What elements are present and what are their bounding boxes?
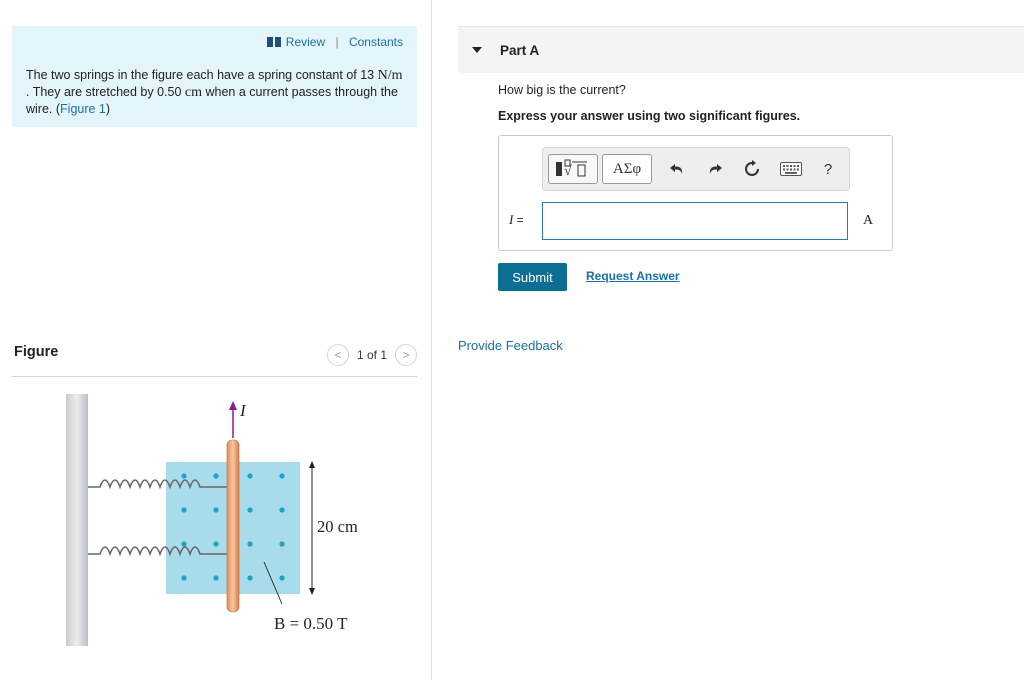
spring-constant-unit: N/m — [377, 68, 403, 83]
prev-figure-button[interactable]: < — [326, 344, 349, 366]
answer-area: √ ΑΣφ ? I = A — [498, 135, 893, 251]
wall — [66, 394, 88, 646]
redo-icon — [709, 164, 722, 174]
review-label: Review — [285, 35, 326, 49]
chevron-left-icon: < — [334, 348, 342, 362]
greek-symbols-button[interactable]: ΑΣφ — [602, 154, 652, 184]
problem-text: The two springs in the figure each have … — [26, 67, 403, 117]
figure-diagram: I 20 cm B = 0.50 T — [66, 394, 358, 646]
figure-title: Figure — [14, 344, 59, 360]
templates-button[interactable]: √ — [548, 154, 598, 184]
dimension-arrow-bottom — [309, 588, 315, 595]
submit-button[interactable]: Submit — [498, 263, 567, 291]
panel-divider — [431, 0, 432, 680]
part-a-header[interactable]: Part A — [458, 26, 1024, 73]
current-arrow-head — [229, 401, 237, 410]
variable-label: I = — [509, 212, 524, 228]
chevron-right-icon: > — [402, 348, 410, 362]
math-toolbar: √ ΑΣφ ? — [542, 147, 850, 191]
current-label: I — [239, 401, 247, 420]
question-text: How big is the current? — [498, 83, 626, 97]
problem-text-part: . They are stretched by 0.50 — [26, 85, 185, 99]
pager-label: 1 of 1 — [356, 348, 387, 362]
undo-icon — [670, 164, 683, 174]
reset-icon — [745, 160, 759, 176]
problem-text-part: The two springs in the figure each have … — [26, 68, 378, 82]
equals-sign: = — [513, 213, 524, 227]
problem-statement: Review | Constants The two springs in th… — [12, 26, 417, 127]
caret-down-icon — [472, 47, 482, 53]
link-separator: | — [335, 35, 339, 49]
book-icon — [266, 37, 281, 47]
request-answer-link[interactable]: Request Answer — [586, 269, 680, 283]
keyboard-button[interactable] — [776, 154, 806, 184]
stretch-unit: cm — [184, 85, 202, 100]
constants-link[interactable]: Constants — [349, 35, 403, 49]
figure-pager: < 1 of 1 > — [326, 344, 417, 366]
review-link[interactable]: Review — [266, 35, 329, 49]
part-title: Part A — [500, 43, 540, 58]
help-button[interactable]: ? — [815, 154, 841, 184]
provide-feedback-link[interactable]: Provide Feedback — [458, 338, 563, 353]
figure-link[interactable]: Figure 1 — [60, 102, 106, 116]
templates-icon: √ — [556, 159, 587, 179]
figure-header: Figure < 1 of 1 > — [12, 338, 417, 377]
unit-label: A — [863, 213, 874, 228]
keyboard-icon — [780, 162, 802, 176]
height-label: 20 cm — [317, 517, 358, 536]
wire — [226, 439, 240, 613]
field-label: B = 0.50 T — [274, 614, 348, 633]
redo-button[interactable] — [702, 154, 728, 184]
answer-input[interactable] — [542, 202, 848, 240]
dimension-arrow-top — [309, 461, 315, 468]
reset-button[interactable] — [739, 154, 765, 184]
resource-links: Review | Constants — [26, 34, 403, 54]
problem-text-part: ) — [105, 102, 111, 116]
undo-button[interactable] — [664, 154, 690, 184]
instruction-text: Express your answer using two significan… — [498, 109, 801, 123]
next-figure-button[interactable]: > — [395, 344, 417, 366]
